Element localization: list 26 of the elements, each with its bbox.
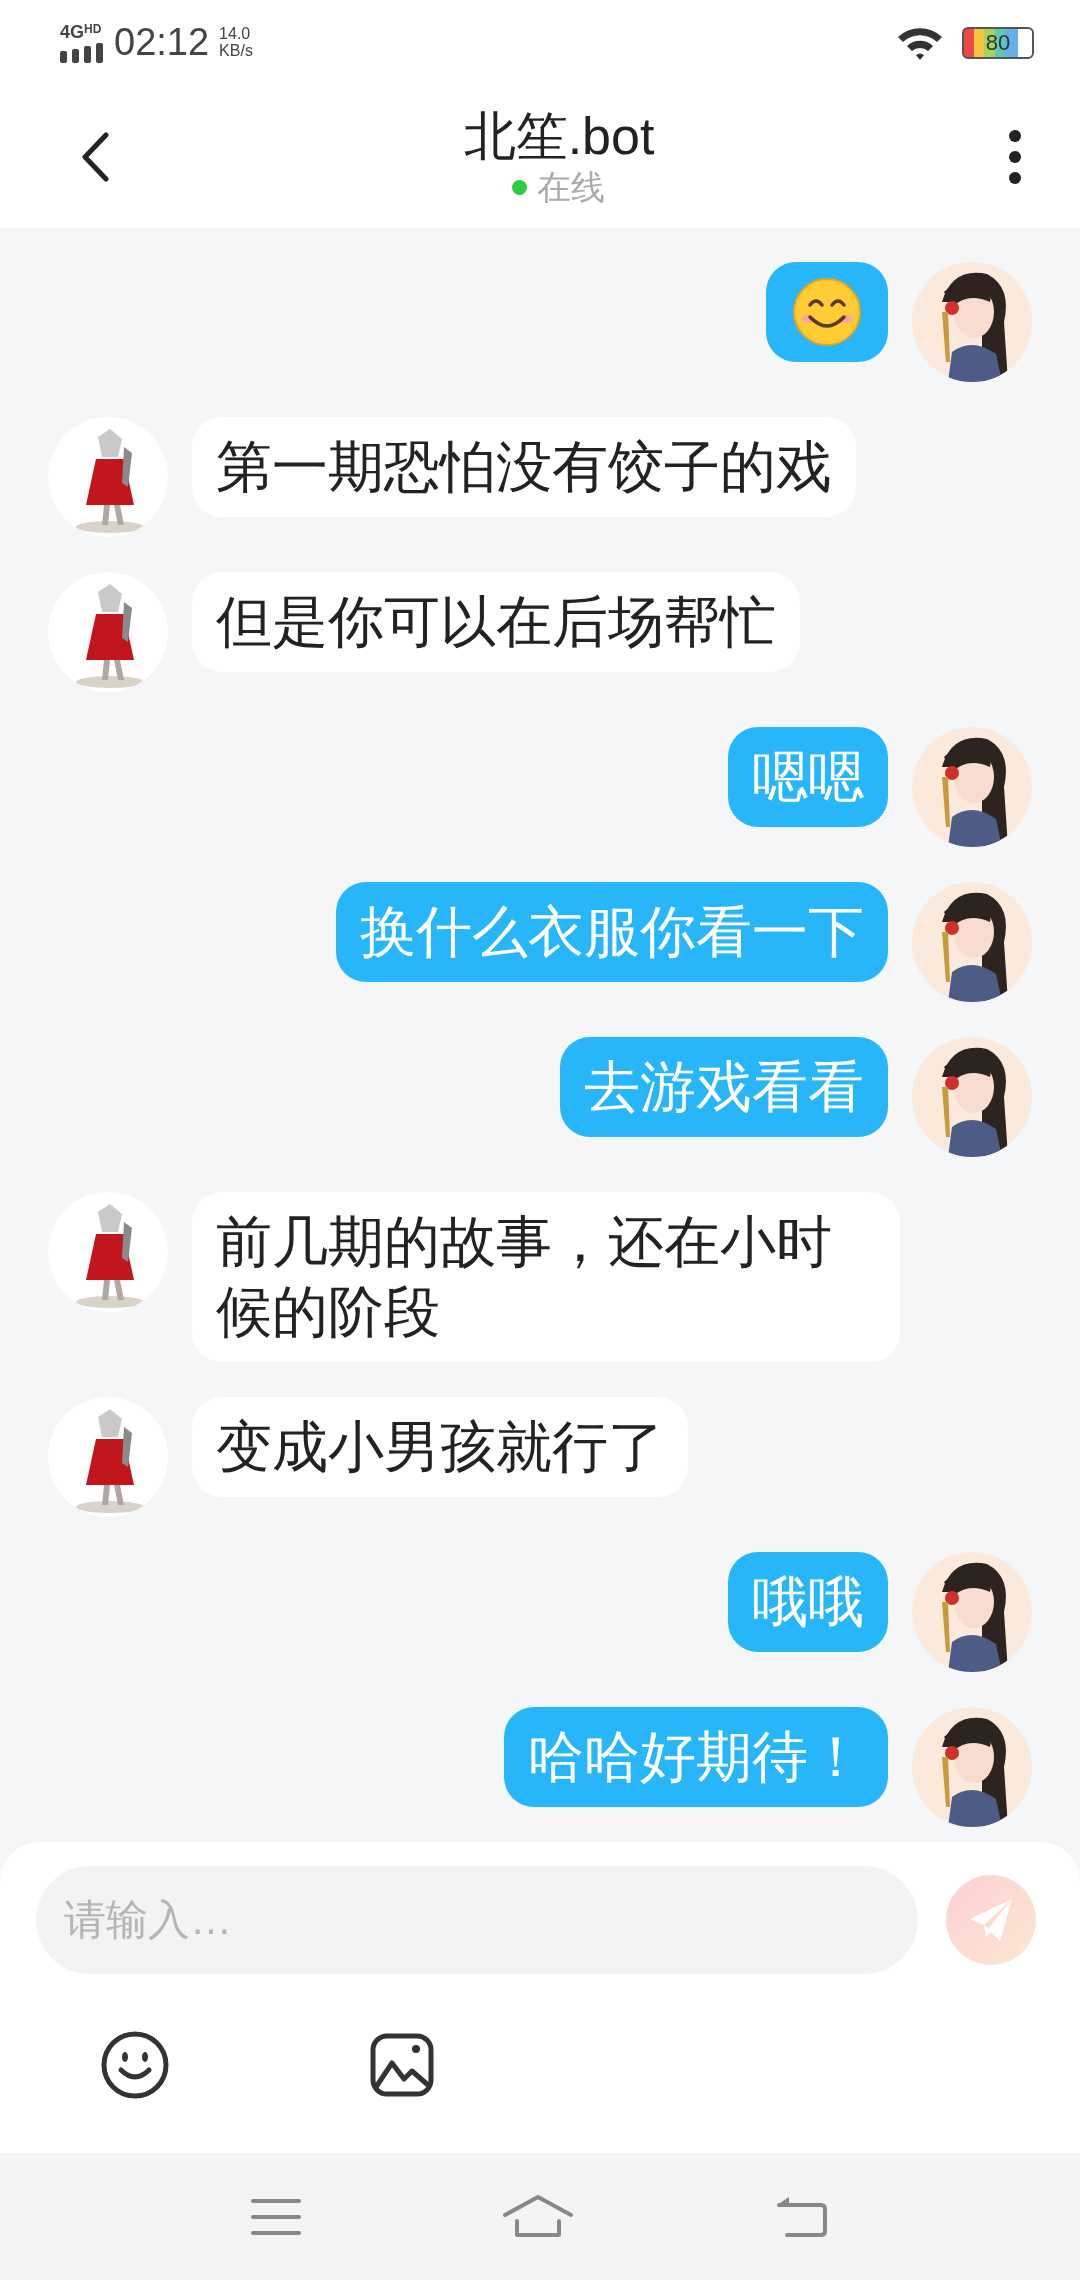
network-type: 4G (60, 22, 84, 41)
menu-icon[interactable] (251, 2196, 301, 2237)
clock: 02:12 (114, 21, 210, 64)
smiling-face-icon (792, 277, 862, 347)
chat-title: 北笙.bot (463, 105, 655, 167)
message-bubble: 哦哦 (728, 1552, 888, 1652)
speed-unit: KB/s (219, 42, 253, 60)
image-icon[interactable] (370, 2033, 434, 2097)
message-bubble: 变成小男孩就行了 (192, 1397, 688, 1497)
network-speed: 14.0 (219, 25, 252, 43)
back-icon[interactable] (80, 131, 110, 182)
message-bubble: 第一期恐怕没有饺子的戏 (192, 417, 856, 517)
emoji-icon[interactable] (100, 2030, 170, 2100)
signal-icon (60, 42, 104, 63)
message-bubble: 但是你可以在后场帮忙 (192, 572, 800, 672)
message-bubble: 哈哈好期待！ (504, 1707, 888, 1807)
home-icon[interactable] (503, 2194, 573, 2239)
more-icon[interactable] (1008, 128, 1022, 185)
message-input[interactable]: 请输入… (36, 1866, 918, 1974)
message-bubble: 去游戏看看 (560, 1037, 888, 1137)
back-nav-icon[interactable] (775, 2194, 829, 2239)
message-bubble: 换什么衣服你看一下 (336, 882, 888, 982)
network-label: HD (84, 22, 102, 35)
message-bubble: 前几期的故事，还在小时候的阶段 (192, 1192, 900, 1362)
message-bubble: 嗯嗯 (728, 727, 888, 827)
online-status: 在线 (537, 167, 606, 209)
